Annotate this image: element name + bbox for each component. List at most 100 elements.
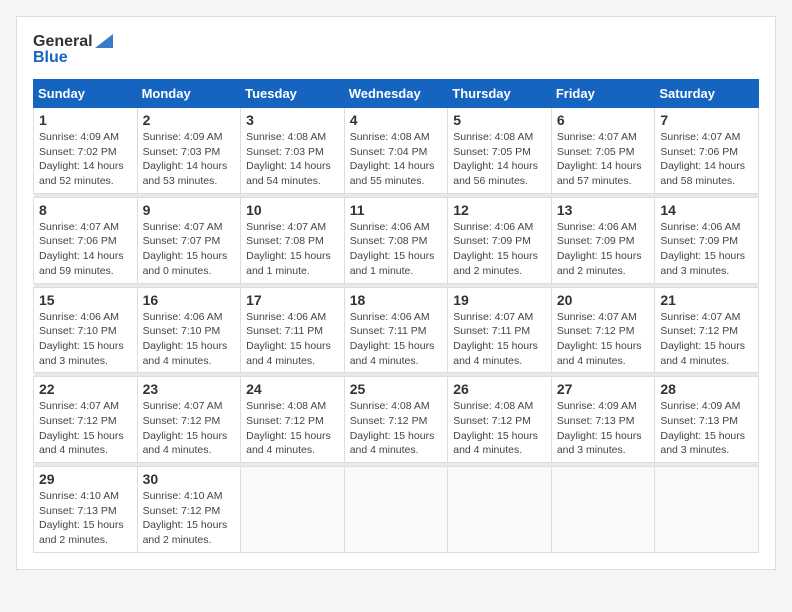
calendar-cell: 10 Sunrise: 4:07 AM Sunset: 7:08 PM Dayli…	[241, 197, 345, 283]
calendar-cell: 5 Sunrise: 4:08 AM Sunset: 7:05 PM Daylig…	[448, 108, 552, 194]
day-info: Sunrise: 4:07 AM Sunset: 7:12 PM Dayligh…	[39, 399, 132, 458]
calendar-week-row: 1 Sunrise: 4:09 AM Sunset: 7:02 PM Daylig…	[34, 108, 759, 194]
calendar-cell: 1 Sunrise: 4:09 AM Sunset: 7:02 PM Daylig…	[34, 108, 138, 194]
day-info: Sunrise: 4:09 AM Sunset: 7:13 PM Dayligh…	[660, 399, 753, 458]
day-info: Sunrise: 4:07 AM Sunset: 7:07 PM Dayligh…	[143, 220, 236, 279]
day-number: 17	[246, 292, 339, 308]
calendar-cell: 4Sunrise: 4:08 AM Sunset: 7:04 PM Daylig…	[344, 108, 448, 194]
calendar-cell: 23 Sunrise: 4:07 AM Sunset: 7:12 PM Dayli…	[137, 377, 241, 463]
day-info: Sunrise: 4:06 AM Sunset: 7:11 PM Dayligh…	[246, 310, 339, 369]
day-info: Sunrise: 4:06 AM Sunset: 7:10 PM Dayligh…	[143, 310, 236, 369]
calendar-cell: 22 Sunrise: 4:07 AM Sunset: 7:12 PM Dayli…	[34, 377, 138, 463]
calendar-cell: 19 Sunrise: 4:07 AM Sunset: 7:11 PM Dayli…	[448, 287, 552, 373]
day-number: 15	[39, 292, 132, 308]
day-number: 12	[453, 202, 546, 218]
calendar-cell: 26Sunrise: 4:08 AM Sunset: 7:12 PM Dayli…	[448, 377, 552, 463]
day-info: Sunrise: 4:09 AM Sunset: 7:13 PM Dayligh…	[557, 399, 650, 458]
day-number: 4	[350, 112, 443, 128]
day-header-friday: Friday	[551, 80, 655, 108]
calendar-cell	[344, 467, 448, 553]
day-number: 22	[39, 381, 132, 397]
calendar-cell: 16 Sunrise: 4:06 AM Sunset: 7:10 PM Dayli…	[137, 287, 241, 373]
calendar-cell: 9Sunrise: 4:07 AM Sunset: 7:07 PM Daylig…	[137, 197, 241, 283]
calendar-week-row: 15 Sunrise: 4:06 AM Sunset: 7:10 PM Dayli…	[34, 287, 759, 373]
day-number: 14	[660, 202, 753, 218]
calendar-week-row: 22 Sunrise: 4:07 AM Sunset: 7:12 PM Dayli…	[34, 377, 759, 463]
calendar-cell: 14 Sunrise: 4:06 AM Sunset: 7:09 PM Dayli…	[655, 197, 759, 283]
day-info: Sunrise: 4:10 AM Sunset: 7:13 PM Dayligh…	[39, 489, 132, 548]
logo-blue-text: Blue	[33, 49, 68, 67]
calendar-cell: 27 Sunrise: 4:09 AM Sunset: 7:13 PM Dayli…	[551, 377, 655, 463]
logo: General Blue	[33, 33, 113, 67]
calendar-cell	[448, 467, 552, 553]
day-number: 13	[557, 202, 650, 218]
calendar-cell: 8Sunrise: 4:07 AM Sunset: 7:06 PM Daylig…	[34, 197, 138, 283]
day-number: 29	[39, 471, 132, 487]
calendar-cell: 25 Sunrise: 4:08 AM Sunset: 7:12 PM Dayli…	[344, 377, 448, 463]
day-number: 11	[350, 202, 443, 218]
day-number: 26	[453, 381, 546, 397]
day-number: 27	[557, 381, 650, 397]
day-number: 1	[39, 112, 132, 128]
day-number: 25	[350, 381, 443, 397]
calendar-cell	[241, 467, 345, 553]
day-info: Sunrise: 4:08 AM Sunset: 7:05 PM Dayligh…	[453, 130, 546, 189]
calendar-cell: 18Sunrise: 4:06 AM Sunset: 7:11 PM Dayli…	[344, 287, 448, 373]
day-info: Sunrise: 4:07 AM Sunset: 7:12 PM Dayligh…	[143, 399, 236, 458]
calendar-table: SundayMondayTuesdayWednesdayThursdayFrid…	[33, 79, 759, 553]
logo-bird-icon	[95, 34, 113, 50]
day-header-tuesday: Tuesday	[241, 80, 345, 108]
day-number: 30	[143, 471, 236, 487]
day-info: Sunrise: 4:08 AM Sunset: 7:12 PM Dayligh…	[246, 399, 339, 458]
day-info: Sunrise: 4:10 AM Sunset: 7:12 PM Dayligh…	[143, 489, 236, 548]
day-number: 5	[453, 112, 546, 128]
day-number: 19	[453, 292, 546, 308]
day-info: Sunrise: 4:07 AM Sunset: 7:11 PM Dayligh…	[453, 310, 546, 369]
calendar-cell: 17 Sunrise: 4:06 AM Sunset: 7:11 PM Dayli…	[241, 287, 345, 373]
day-header-wednesday: Wednesday	[344, 80, 448, 108]
day-number: 10	[246, 202, 339, 218]
calendar-cell: 15 Sunrise: 4:06 AM Sunset: 7:10 PM Dayli…	[34, 287, 138, 373]
day-number: 28	[660, 381, 753, 397]
day-number: 7	[660, 112, 753, 128]
day-header-monday: Monday	[137, 80, 241, 108]
day-info: Sunrise: 4:08 AM Sunset: 7:12 PM Dayligh…	[350, 399, 443, 458]
day-info: Sunrise: 4:07 AM Sunset: 7:06 PM Dayligh…	[39, 220, 132, 279]
calendar-cell: 6 Sunrise: 4:07 AM Sunset: 7:05 PM Daylig…	[551, 108, 655, 194]
calendar-cell: 29 Sunrise: 4:10 AM Sunset: 7:13 PM Dayli…	[34, 467, 138, 553]
day-number: 2	[143, 112, 236, 128]
day-info: Sunrise: 4:07 AM Sunset: 7:08 PM Dayligh…	[246, 220, 339, 279]
day-number: 23	[143, 381, 236, 397]
calendar-cell: 11 Sunrise: 4:06 AM Sunset: 7:08 PM Dayli…	[344, 197, 448, 283]
day-header-sunday: Sunday	[34, 80, 138, 108]
day-info: Sunrise: 4:07 AM Sunset: 7:06 PM Dayligh…	[660, 130, 753, 189]
calendar-cell: 21 Sunrise: 4:07 AM Sunset: 7:12 PM Dayli…	[655, 287, 759, 373]
day-info: Sunrise: 4:09 AM Sunset: 7:02 PM Dayligh…	[39, 130, 132, 189]
day-number: 21	[660, 292, 753, 308]
day-number: 24	[246, 381, 339, 397]
day-info: Sunrise: 4:06 AM Sunset: 7:09 PM Dayligh…	[660, 220, 753, 279]
day-info: Sunrise: 4:06 AM Sunset: 7:10 PM Dayligh…	[39, 310, 132, 369]
calendar-cell: 13 Sunrise: 4:06 AM Sunset: 7:09 PM Dayli…	[551, 197, 655, 283]
day-info: Sunrise: 4:07 AM Sunset: 7:05 PM Dayligh…	[557, 130, 650, 189]
calendar-header-row: SundayMondayTuesdayWednesdayThursdayFrid…	[34, 80, 759, 108]
day-number: 16	[143, 292, 236, 308]
calendar-week-row: 8Sunrise: 4:07 AM Sunset: 7:06 PM Daylig…	[34, 197, 759, 283]
day-info: Sunrise: 4:06 AM Sunset: 7:09 PM Dayligh…	[557, 220, 650, 279]
calendar-cell: 2Sunrise: 4:09 AM Sunset: 7:03 PM Daylig…	[137, 108, 241, 194]
calendar-cell	[551, 467, 655, 553]
calendar-cell: 7 Sunrise: 4:07 AM Sunset: 7:06 PM Daylig…	[655, 108, 759, 194]
day-number: 3	[246, 112, 339, 128]
day-info: Sunrise: 4:07 AM Sunset: 7:12 PM Dayligh…	[660, 310, 753, 369]
calendar-cell: 24 Sunrise: 4:08 AM Sunset: 7:12 PM Dayli…	[241, 377, 345, 463]
day-info: Sunrise: 4:06 AM Sunset: 7:11 PM Dayligh…	[350, 310, 443, 369]
day-info: Sunrise: 4:06 AM Sunset: 7:08 PM Dayligh…	[350, 220, 443, 279]
calendar-cell: 28 Sunrise: 4:09 AM Sunset: 7:13 PM Dayli…	[655, 377, 759, 463]
calendar-cell: 20Sunrise: 4:07 AM Sunset: 7:12 PM Dayli…	[551, 287, 655, 373]
calendar-cell	[655, 467, 759, 553]
calendar-cell: 12 Sunrise: 4:06 AM Sunset: 7:09 PM Dayli…	[448, 197, 552, 283]
day-number: 6	[557, 112, 650, 128]
calendar-cell: 3Sunrise: 4:08 AM Sunset: 7:03 PM Daylig…	[241, 108, 345, 194]
calendar-week-row: 29 Sunrise: 4:10 AM Sunset: 7:13 PM Dayli…	[34, 467, 759, 553]
day-info: Sunrise: 4:06 AM Sunset: 7:09 PM Dayligh…	[453, 220, 546, 279]
